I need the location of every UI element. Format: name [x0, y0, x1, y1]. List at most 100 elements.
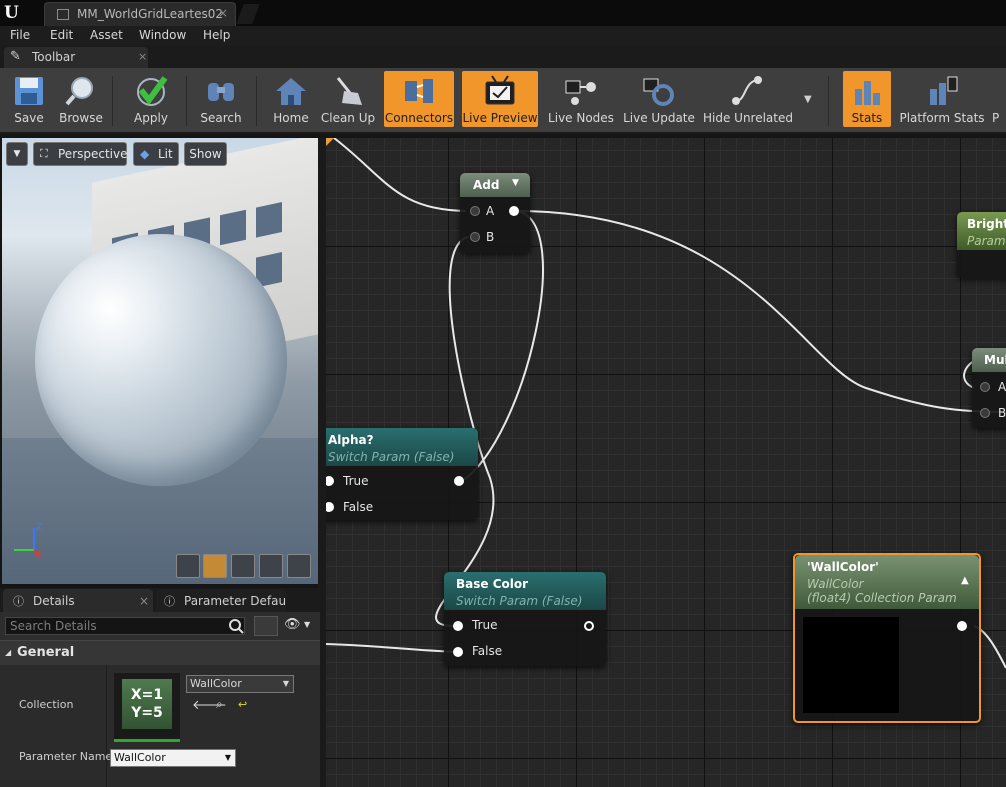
cylinder-preview-icon[interactable] — [176, 554, 200, 578]
menu-help[interactable]: Help — [203, 28, 230, 42]
view-options-eye-icon[interactable]: 👁 — [284, 617, 301, 632]
save-button[interactable]: Save — [4, 71, 54, 127]
close-details-tab-icon[interactable]: × — [139, 594, 149, 608]
base-color-true-pin[interactable] — [453, 621, 463, 631]
new-tab-area[interactable] — [236, 4, 260, 24]
lit-button[interactable]: ◆ Lit — [133, 142, 179, 166]
search-button[interactable]: Search — [194, 71, 248, 127]
stats-icon — [855, 81, 880, 105]
connectors-label: Connectors — [384, 111, 454, 125]
lit-label: Lit — [158, 147, 173, 161]
save-label: Save — [14, 111, 44, 125]
document-tab[interactable]: MM_WorldGridLeartes02 × — [44, 2, 236, 26]
reset-arrow-icon[interactable]: ↩ — [238, 698, 247, 711]
menu-file[interactable]: File — [10, 28, 30, 42]
lit-cube-icon: ◆ — [140, 147, 150, 161]
brightness-node-title: Bright — [967, 217, 1006, 231]
live-nodes-button[interactable]: Live Nodes — [546, 71, 616, 127]
add-output-pin[interactable] — [509, 206, 519, 216]
info-icon: ⓘ — [13, 595, 24, 608]
details-tab[interactable]: ⓘ Details × — [3, 589, 153, 612]
perspective-button[interactable]: ⛶ Perspective — [33, 142, 128, 166]
home-button[interactable]: Home — [266, 71, 316, 127]
collapse-node-icon[interactable]: ▼ — [512, 178, 519, 188]
material-graph[interactable]: Add ▼ A B Bright Param Mul A B Alpha? Sw… — [326, 138, 1006, 787]
property-matrix-icon[interactable] — [254, 616, 278, 636]
alpha-false-label: False — [343, 500, 374, 514]
toolbar-overflow-button[interactable]: P — [992, 71, 1006, 127]
add-node[interactable]: Add ▼ A B — [460, 173, 530, 253]
clean-up-button[interactable]: Clean Up — [318, 71, 378, 127]
search-icon[interactable] — [228, 618, 244, 634]
chevron-down-icon: ▼ — [282, 679, 289, 688]
multiply-node[interactable]: Mul A B — [972, 348, 1006, 428]
toolbar-separator — [112, 76, 113, 126]
base-color-switch-node[interactable]: Base Color Switch Param (False) True Fal… — [444, 572, 606, 666]
connectors-button[interactable]: Connectors — [384, 71, 454, 127]
menu-edit[interactable]: Edit — [50, 28, 73, 42]
base-color-output-pin[interactable] — [584, 621, 594, 631]
browse-button[interactable]: Browse — [56, 71, 106, 127]
add-pin-a[interactable] — [470, 206, 480, 216]
show-button[interactable]: Show — [184, 142, 227, 166]
close-tab-icon[interactable]: × — [218, 6, 228, 20]
live-nodes-icon — [565, 80, 596, 105]
close-toolbar-tab-icon[interactable]: × — [138, 50, 147, 63]
multiply-pin-a[interactable] — [980, 382, 990, 392]
alpha-switch-node[interactable]: Alpha? Switch Param (False) True False — [326, 428, 478, 520]
platform-stats-icon — [930, 76, 958, 105]
add-pin-b[interactable] — [470, 232, 480, 242]
platform-stats-button[interactable]: Platform Stats — [897, 71, 987, 127]
menu-asset[interactable]: Asset — [90, 28, 123, 42]
collapse-arrow-icon[interactable]: ◢ — [5, 648, 11, 657]
collection-combo[interactable]: WallColor ▼ — [186, 675, 294, 693]
custom-mesh-preview-icon[interactable] — [287, 554, 311, 578]
base-color-false-label: False — [472, 644, 503, 658]
add-pin-b-label: B — [486, 230, 495, 244]
plane-preview-icon[interactable] — [231, 554, 255, 578]
apply-button[interactable]: Apply — [124, 71, 178, 127]
toolbar-dropdown-icon[interactable]: ▼ — [804, 94, 812, 105]
multiply-pin-b[interactable] — [980, 408, 990, 418]
cube-preview-icon[interactable] — [259, 554, 283, 578]
live-nodes-label: Live Nodes — [548, 111, 614, 125]
collection-thumbnail[interactable]: X=1 Y=5 — [114, 673, 180, 742]
column-divider — [106, 665, 107, 787]
alpha-true-pin[interactable] — [326, 476, 334, 486]
search-label: Search — [200, 111, 242, 125]
parameter-defaults-tab[interactable]: ⓘ Parameter Defaults — [156, 589, 286, 612]
live-update-icon — [643, 78, 674, 106]
search-details-input[interactable]: Search Details — [5, 617, 245, 635]
add-node-title: Add — [473, 178, 500, 192]
view-options-dropdown-icon[interactable]: ▼ — [304, 620, 310, 629]
base-color-true-label: True — [472, 618, 498, 632]
live-preview-button[interactable]: Live Preview — [462, 71, 538, 127]
perspective-icon: ⛶ — [40, 147, 48, 160]
general-section-header[interactable]: ◢ General — [0, 640, 320, 665]
live-update-button[interactable]: Live Update — [622, 71, 696, 127]
brightness-param-node[interactable]: Bright Param — [957, 212, 1006, 278]
base-color-false-pin[interactable] — [453, 647, 463, 657]
viewport-options-button[interactable]: ▼ — [6, 142, 28, 166]
multiply-pin-b-label: B — [998, 406, 1006, 420]
unreal-logo-icon[interactable]: U — [4, 3, 24, 23]
stats-button[interactable]: Stats — [843, 71, 891, 127]
toolbar-tab[interactable]: ✎ Toolbar × — [4, 47, 148, 68]
alpha-output-pin[interactable] — [454, 476, 464, 486]
alpha-node-title: Alpha? — [328, 433, 374, 447]
browse-asset-icon[interactable]: ⌕ — [216, 697, 223, 712]
toolbar-tab-label: Toolbar — [32, 50, 76, 64]
menu-window[interactable]: Window — [139, 28, 186, 42]
stats-label: Stats — [851, 111, 883, 125]
wall-color-collection-param-node[interactable]: 'WallColor' WallColor (float4) Collectio… — [793, 553, 981, 723]
toolbar-overflow-label: P — [992, 111, 1000, 125]
collapse-preview-icon[interactable]: ▲ — [961, 575, 969, 586]
hide-unrelated-label: Hide Unrelated — [702, 111, 793, 125]
checkmark-icon — [137, 76, 168, 106]
wall-color-output-pin[interactable] — [957, 621, 967, 631]
preview-viewport[interactable]: ▼ ⛶ Perspective ◆ Lit Show Z X — [2, 138, 318, 584]
alpha-false-pin[interactable] — [326, 502, 334, 512]
hide-unrelated-button[interactable]: Hide Unrelated — [702, 71, 794, 127]
parameter-name-combo[interactable]: WallColor ▼ — [110, 749, 236, 767]
sphere-preview-icon[interactable] — [203, 554, 227, 578]
